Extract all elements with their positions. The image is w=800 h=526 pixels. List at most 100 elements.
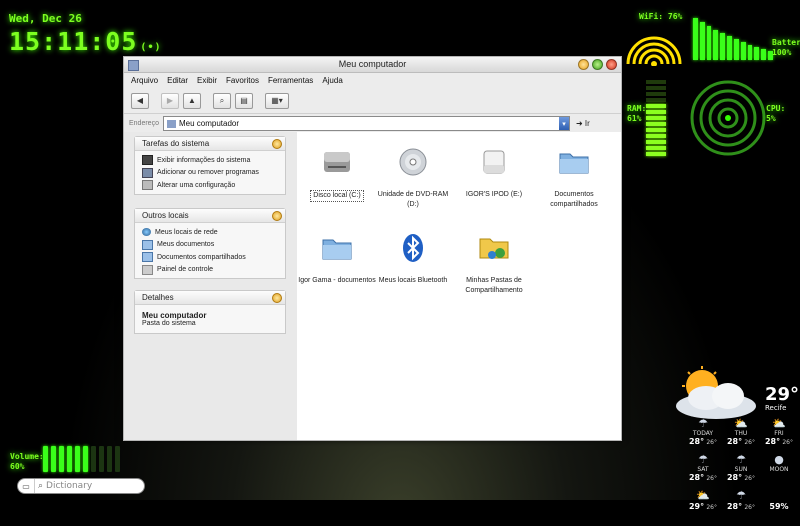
collapse-icon[interactable] bbox=[272, 211, 282, 221]
menu-arquivo[interactable]: Arquivo bbox=[131, 76, 158, 85]
folder-icon bbox=[319, 230, 355, 266]
wifi-signal-icon bbox=[626, 36, 682, 66]
battery-label: Battery: 100% bbox=[772, 38, 800, 58]
search-icon: ⌕ bbox=[38, 481, 44, 491]
forward-button[interactable]: ▶ bbox=[161, 92, 179, 109]
forecast-day: ☂ TODAY 28° 26° bbox=[684, 418, 722, 454]
place-label: Documentos compartilhados bbox=[157, 253, 246, 261]
address-value: Meu computador bbox=[178, 119, 239, 128]
partly-sunny-icon bbox=[676, 366, 756, 419]
details-panel: Detalhes Meu computador Pasta do sistema bbox=[134, 290, 286, 334]
cloud-rain-icon: ☂ bbox=[736, 453, 746, 466]
forecast-day-label: THU bbox=[734, 430, 748, 437]
menu-exibir[interactable]: Exibir bbox=[197, 76, 217, 85]
ram-meter bbox=[646, 80, 666, 156]
forecast-day-label: SAT bbox=[697, 466, 709, 473]
clock-date: Wed, Dec 26 bbox=[9, 12, 82, 25]
share-folder-icon bbox=[476, 230, 512, 266]
folders-button[interactable]: ▤ bbox=[235, 92, 253, 109]
task-label: Alterar uma configuração bbox=[157, 181, 236, 189]
up-button[interactable]: ▲ bbox=[183, 92, 201, 109]
dictionary-placeholder: Dictionary bbox=[46, 481, 93, 491]
forecast-high: 28° bbox=[726, 473, 743, 482]
address-input[interactable]: Meu computador ▾ bbox=[162, 116, 570, 131]
place-shared-documents[interactable]: Documentos compartilhados bbox=[142, 251, 278, 264]
partly-sunny-icon: ⛅ bbox=[772, 417, 786, 430]
file-item-igor-documents[interactable]: Igor Gama - documentos bbox=[297, 230, 377, 286]
file-item-shared-documents[interactable]: Documentos compartilhados bbox=[534, 144, 614, 210]
cloud-rain-icon: ☂ bbox=[736, 489, 746, 502]
wifi-label: WiFi: 76% bbox=[639, 12, 683, 21]
collapse-icon[interactable] bbox=[272, 293, 282, 303]
file-item-share-folders[interactable]: Minhas Pastas de Compartilhamento bbox=[454, 230, 534, 296]
forecast-high: 59% bbox=[769, 502, 789, 511]
forecast-day: ☂ SUN 28° 26° bbox=[722, 454, 760, 490]
forecast-low: 26° bbox=[706, 439, 717, 446]
volume-slider[interactable] bbox=[43, 446, 120, 472]
window-titlebar[interactable]: Meu computador bbox=[124, 57, 621, 73]
menu-favoritos[interactable]: Favoritos bbox=[226, 76, 259, 85]
address-dropdown-icon[interactable]: ▾ bbox=[558, 117, 569, 130]
network-icon bbox=[142, 228, 151, 237]
panel-header[interactable]: Tarefas do sistema bbox=[135, 137, 285, 151]
explorer-window: Meu computador Arquivo Editar Exibir Fav… bbox=[123, 56, 622, 441]
panel-header[interactable]: Detalhes bbox=[135, 291, 285, 305]
cloud-rain-icon: ☂ bbox=[698, 417, 708, 430]
menu-ferramentas[interactable]: Ferramentas bbox=[268, 76, 313, 85]
forecast-day-label: TODAY bbox=[692, 430, 714, 437]
menu-editar[interactable]: Editar bbox=[167, 76, 188, 85]
shared-folder-icon bbox=[142, 252, 153, 263]
file-label: Igor Gama - documentos bbox=[298, 277, 376, 284]
go-label: Ir bbox=[584, 119, 590, 128]
search-button[interactable]: ⌕ bbox=[213, 92, 231, 109]
place-control-panel[interactable]: Painel de controle bbox=[142, 264, 278, 277]
close-button[interactable] bbox=[606, 59, 617, 70]
go-button[interactable]: ➜ Ir bbox=[576, 119, 590, 128]
minimize-button[interactable] bbox=[578, 59, 589, 70]
bluetooth-icon bbox=[395, 230, 431, 266]
maximize-button[interactable] bbox=[592, 59, 603, 70]
task-label: Adicionar ou remover programas bbox=[157, 169, 259, 177]
panel-title: Detalhes bbox=[142, 293, 174, 302]
forecast-low: 26° bbox=[744, 439, 755, 446]
weather-temperature: 29° bbox=[765, 384, 800, 405]
ipod-drive-icon bbox=[476, 144, 512, 180]
back-button[interactable]: ◀ bbox=[131, 92, 149, 109]
place-network[interactable]: Meus locais de rede bbox=[142, 226, 278, 239]
book-icon: ▭ bbox=[18, 479, 35, 493]
system-tasks-panel: Tarefas do sistema Exibir informações do… bbox=[134, 136, 286, 195]
weather-city: Recife bbox=[765, 404, 787, 412]
file-label: Minhas Pastas de Compartilhamento bbox=[465, 277, 523, 294]
forecast-low: 26° bbox=[782, 439, 793, 446]
shared-folder-icon bbox=[556, 144, 592, 180]
forecast-low: 26° bbox=[706, 475, 717, 482]
menu-ajuda[interactable]: Ajuda bbox=[322, 76, 342, 85]
alarm-icon: (•) bbox=[140, 42, 162, 53]
forecast-day-label: SUN bbox=[734, 466, 748, 473]
hard-disk-icon bbox=[319, 144, 355, 180]
task-add-remove-programs[interactable]: Adicionar ou remover programas bbox=[142, 167, 278, 180]
file-item-ipod[interactable]: IGOR'S IPOD (E:) bbox=[454, 144, 534, 200]
programs-icon bbox=[142, 167, 153, 178]
file-item-local-disk[interactable]: Disco local (C:) bbox=[297, 144, 377, 202]
volume-label-value: 60% bbox=[10, 462, 25, 471]
partly-sunny-icon: ⛅ bbox=[734, 417, 748, 430]
forecast-high: 29° bbox=[688, 502, 705, 511]
volume-label-title: Volume: bbox=[10, 452, 44, 461]
file-item-dvd-drive[interactable]: Unidade de DVD-RAM (D:) bbox=[373, 144, 453, 210]
task-change-setting[interactable]: Alterar uma configuração bbox=[142, 179, 278, 192]
forecast-day-label: FRI bbox=[774, 430, 784, 437]
forecast-low: 26° bbox=[706, 504, 717, 511]
battery-meter bbox=[693, 18, 773, 60]
file-item-bluetooth[interactable]: Meus locais Bluetooth bbox=[373, 230, 453, 286]
ram-label-value: 61% bbox=[627, 114, 642, 123]
views-button[interactable]: ▦▾ bbox=[265, 92, 289, 109]
panel-header[interactable]: Outros locais bbox=[135, 209, 285, 223]
task-view-system-info[interactable]: Exibir informações do sistema bbox=[142, 154, 278, 167]
control-panel-icon bbox=[142, 180, 153, 191]
forecast-low: 26° bbox=[744, 475, 755, 482]
place-my-documents[interactable]: Meus documentos bbox=[142, 239, 278, 252]
collapse-icon[interactable] bbox=[272, 139, 282, 149]
dictionary-search[interactable]: ▭ ⌕ Dictionary bbox=[17, 478, 145, 494]
menu-bar: Arquivo Editar Exibir Favoritos Ferramen… bbox=[124, 73, 621, 88]
